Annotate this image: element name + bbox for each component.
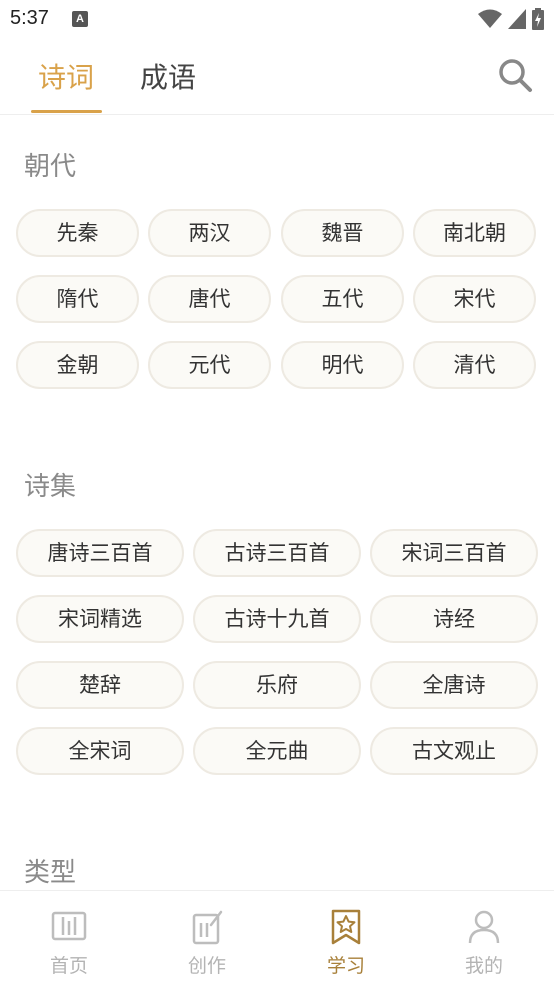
battery-icon: [532, 8, 544, 30]
signal-icon: [508, 9, 526, 29]
nav-label-mine: 我的: [464, 955, 503, 977]
bottom-nav: 首页 创作 学习 我的: [0, 890, 554, 985]
person-icon: [468, 910, 500, 944]
chip-dynasty[interactable]: 金朝: [16, 341, 139, 389]
chip-collection[interactable]: 宋词精选: [16, 595, 184, 643]
chip-collection[interactable]: 楚辞: [16, 661, 184, 709]
nav-label-create: 创作: [187, 955, 226, 977]
nav-item-mine[interactable]: 我的: [415, 891, 553, 985]
chip-dynasty[interactable]: 唐代: [148, 275, 271, 323]
status-bar: 5:37 A: [0, 0, 554, 38]
notification-icon: A: [72, 11, 88, 27]
edit-icon: [192, 910, 223, 945]
tab-shici[interactable]: 诗词: [38, 56, 94, 96]
chip-collection[interactable]: 古诗十九首: [193, 595, 361, 643]
wifi-icon: [478, 9, 502, 28]
chip-dynasty[interactable]: 南北朝: [413, 209, 536, 257]
chip-dynasty[interactable]: 两汉: [148, 209, 271, 257]
chip-dynasty[interactable]: 先秦: [16, 209, 139, 257]
nav-item-home[interactable]: 首页: [0, 891, 138, 985]
tabs-header: 诗词 成语: [0, 38, 554, 115]
chip-dynasty[interactable]: 宋代: [413, 275, 536, 323]
chip-collection[interactable]: 宋词三百首: [370, 529, 538, 577]
chip-dynasty[interactable]: 清代: [413, 341, 536, 389]
chip-dynasty[interactable]: 明代: [281, 341, 404, 389]
bookmark-star-icon: [331, 909, 361, 945]
chip-collection[interactable]: 全唐诗: [370, 661, 538, 709]
chip-collection[interactable]: 全元曲: [193, 727, 361, 775]
chip-collection[interactable]: 古文观止: [370, 727, 538, 775]
tab-chengyu[interactable]: 成语: [140, 56, 196, 96]
chip-collection[interactable]: 全宋词: [16, 727, 184, 775]
nav-item-create[interactable]: 创作: [138, 891, 276, 985]
chip-dynasty[interactable]: 魏晋: [281, 209, 404, 257]
chip-dynasty[interactable]: 元代: [148, 341, 271, 389]
section-title-dynasty: 朝代: [24, 152, 77, 182]
chip-collection[interactable]: 唐诗三百首: [16, 529, 184, 577]
nav-item-study[interactable]: 学习: [277, 891, 415, 985]
status-icons: [478, 8, 544, 30]
status-time: 5:37: [10, 7, 49, 29]
search-icon[interactable]: [496, 56, 534, 94]
chip-collection[interactable]: 古诗三百首: [193, 529, 361, 577]
chip-collection[interactable]: 乐府: [193, 661, 361, 709]
section-title-collection: 诗集: [24, 472, 77, 502]
nav-label-home: 首页: [49, 955, 88, 977]
chip-collection[interactable]: 诗经: [370, 595, 538, 643]
nav-label-study: 学习: [326, 955, 365, 977]
active-tab-indicator: [31, 110, 102, 113]
home-book-icon: [51, 911, 87, 941]
section-title-type: 类型: [24, 858, 77, 888]
chip-dynasty[interactable]: 隋代: [16, 275, 139, 323]
chip-dynasty[interactable]: 五代: [281, 275, 404, 323]
